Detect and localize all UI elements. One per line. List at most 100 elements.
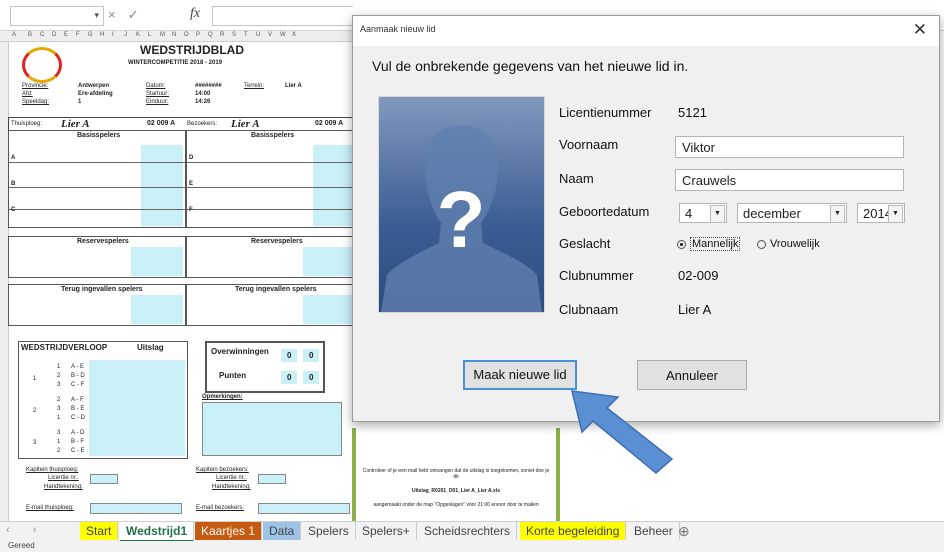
overwinningen-home: 0 bbox=[281, 349, 298, 362]
chevron-down-icon[interactable]: ▼ bbox=[830, 205, 845, 223]
reservespelers-home[interactable]: Reservespelers bbox=[8, 236, 186, 278]
ronde-2: 2 bbox=[33, 408, 37, 414]
tab-spelers[interactable]: Spelers bbox=[302, 522, 356, 540]
wedstrijdverloop-block[interactable]: WEDSTRIJDVERLOOP Uitslag 1 1 2 3 A - E B… bbox=[18, 341, 188, 459]
team-cell: B - E bbox=[71, 406, 85, 412]
terug-ingevallen-away-title: Terug ingevallen spelers bbox=[235, 286, 317, 293]
bezoekers-value: Lier A bbox=[231, 118, 260, 130]
bezoekers-label: Bezoekers: bbox=[187, 121, 218, 127]
tab-wedstrijd1[interactable]: Wedstrijd1 bbox=[120, 522, 195, 542]
ronde-1: 1 bbox=[33, 376, 37, 382]
dag-value: 4 bbox=[685, 206, 693, 221]
dag-select[interactable]: 4 ▼ bbox=[679, 203, 727, 223]
vrouwelijk-label: Vrouwelijk bbox=[770, 238, 820, 250]
handtekening-thuis-label: Handtekening: bbox=[44, 484, 83, 490]
team-cell: B - D bbox=[71, 373, 85, 379]
zone-cell: 1 bbox=[57, 415, 61, 421]
instruction-line-1: Controleer of je een mail hebt ontvangen… bbox=[362, 468, 550, 480]
punten-away: 0 bbox=[303, 371, 320, 384]
bez-code: 02 009 A bbox=[315, 120, 344, 127]
punten-home: 0 bbox=[281, 371, 298, 384]
radio-unselected-icon[interactable] bbox=[757, 239, 766, 249]
opmerkingen-field[interactable] bbox=[202, 402, 342, 456]
team-cell: B - F bbox=[71, 439, 84, 445]
ronde-3: 3 bbox=[33, 440, 37, 446]
voornaam-label: Voornaam bbox=[559, 137, 619, 152]
jaar-select[interactable]: 2014 ▼ bbox=[857, 203, 905, 223]
confirm-formula-icon[interactable]: ✓ bbox=[128, 7, 151, 22]
terug-ingevallen-home[interactable]: Terug ingevallen spelers bbox=[8, 284, 186, 326]
licentie-bez-label: Licentie nr.: bbox=[216, 475, 247, 481]
clubnummer-value: 02-009 bbox=[678, 268, 719, 283]
maand-select[interactable]: december ▼ bbox=[737, 203, 847, 223]
licentie-value: 5121 bbox=[678, 105, 707, 120]
basisspelers-away[interactable]: Basisspelers D E F bbox=[186, 130, 352, 228]
formula-input[interactable] bbox=[212, 6, 353, 26]
add-sheet-icon[interactable]: ⊕ bbox=[672, 522, 696, 540]
cancel-formula-icon[interactable]: × bbox=[108, 7, 128, 22]
tab-kaartjes-1[interactable]: Kaartjes 1 bbox=[195, 522, 263, 540]
licentie-thuis-field[interactable] bbox=[90, 474, 118, 484]
zone-cell: 1 bbox=[57, 364, 61, 370]
dialog-title: Aanmaak nieuw lid bbox=[360, 24, 436, 34]
zone-cell: 3 bbox=[57, 382, 61, 388]
naam-field[interactable]: Crauwels bbox=[675, 169, 904, 191]
thuisploeg-value: Lier A bbox=[61, 118, 90, 130]
score-box: Overwinningen Punten 0 0 0 0 bbox=[205, 341, 325, 393]
formula-buttons: ×✓ bbox=[108, 7, 151, 23]
chevron-down-icon[interactable]: ▼ bbox=[888, 205, 903, 223]
provincie-label: Provincie: bbox=[22, 83, 49, 89]
email-bez-field[interactable] bbox=[258, 503, 350, 514]
tab-spelers-plus[interactable]: Spelers+ bbox=[356, 522, 417, 540]
question-mark-glyph: ? bbox=[437, 175, 486, 264]
overwinningen-away: 0 bbox=[303, 349, 320, 362]
afd-label: Afd: bbox=[22, 91, 33, 97]
einduur-value: 14:26 bbox=[195, 99, 211, 105]
instruction-filename: Uitslag_R0201_D01_Lier A_Lier A.xls bbox=[411, 488, 500, 494]
datum-value: ######## bbox=[195, 83, 222, 89]
startuur-value: 14:00 bbox=[195, 91, 211, 97]
terug-ingevallen-away[interactable]: Terug ingevallen spelers bbox=[186, 284, 352, 326]
dialog-title-bar[interactable]: Aanmaak nieuw lid ✕ bbox=[353, 16, 939, 46]
voornaam-field[interactable]: Viktor bbox=[675, 136, 904, 158]
geboortedatum-label: Geboortedatum bbox=[559, 204, 650, 219]
tab-scroll-arrows[interactable]: ‹ › bbox=[6, 524, 46, 536]
mannelijk-label: Mannelijk bbox=[690, 237, 741, 251]
name-box-dropdown-icon[interactable]: ▾ bbox=[94, 10, 99, 21]
licentie-column-home[interactable] bbox=[141, 145, 183, 226]
teams-header-strip: Thuisploeg: Lier A 02 009 A Bezoekers: L… bbox=[8, 117, 352, 131]
reservespelers-away[interactable]: Reservespelers bbox=[186, 236, 352, 278]
insert-function-icon[interactable]: fx bbox=[190, 6, 200, 22]
clubnummer-label: Clubnummer bbox=[559, 268, 634, 283]
close-icon[interactable]: ✕ bbox=[913, 20, 927, 40]
row-headers bbox=[0, 42, 9, 521]
chevron-down-icon[interactable]: ▼ bbox=[710, 205, 725, 223]
licentie-label: Licentienummer bbox=[559, 105, 652, 120]
tab-start[interactable]: Start bbox=[80, 522, 119, 540]
basisspelers-home[interactable]: Basisspelers A B C bbox=[8, 130, 186, 228]
overwinningen-label: Overwinningen bbox=[211, 347, 269, 356]
column-headers: ABCDEFGHIJKLMNOPQRSTUVWX bbox=[0, 31, 352, 42]
radio-mannelijk[interactable]: Mannelijk bbox=[677, 237, 741, 251]
spreadsheet-area[interactable]: ABCDEFGHIJKLMNOPQRSTUVWX WEDSTRIJDBLAD W… bbox=[0, 31, 352, 521]
tab-scheidsrechters[interactable]: Scheidsrechters bbox=[418, 522, 518, 540]
licentie-column-away[interactable] bbox=[313, 145, 352, 226]
email-thuis-field[interactable] bbox=[90, 503, 182, 514]
basisspelers-away-title: Basisspelers bbox=[251, 132, 295, 139]
club-logo bbox=[22, 47, 62, 83]
kapitein-bez-label: Kapitein bezoekers: bbox=[196, 467, 249, 473]
tab-korte-begeleiding[interactable]: Korte begeleiding bbox=[520, 522, 627, 540]
datum-label: Datum: bbox=[146, 83, 166, 89]
uitslag-title: Uitslag bbox=[137, 343, 164, 352]
naam-label: Naam bbox=[559, 171, 594, 186]
tab-data[interactable]: Data bbox=[263, 522, 302, 540]
thuis-code: 02 009 A bbox=[147, 120, 176, 127]
terrein-value: Lier A bbox=[285, 83, 302, 89]
licentie-bez-field[interactable] bbox=[258, 474, 286, 484]
radio-vrouwelijk[interactable]: Vrouwelijk bbox=[757, 238, 820, 250]
team-cell: C - D bbox=[71, 415, 85, 421]
name-box[interactable]: ▾ bbox=[10, 6, 104, 26]
uitslag-cells[interactable] bbox=[89, 360, 185, 456]
reservespelers-home-title: Reservespelers bbox=[77, 238, 129, 245]
radio-selected-icon[interactable] bbox=[677, 239, 686, 249]
